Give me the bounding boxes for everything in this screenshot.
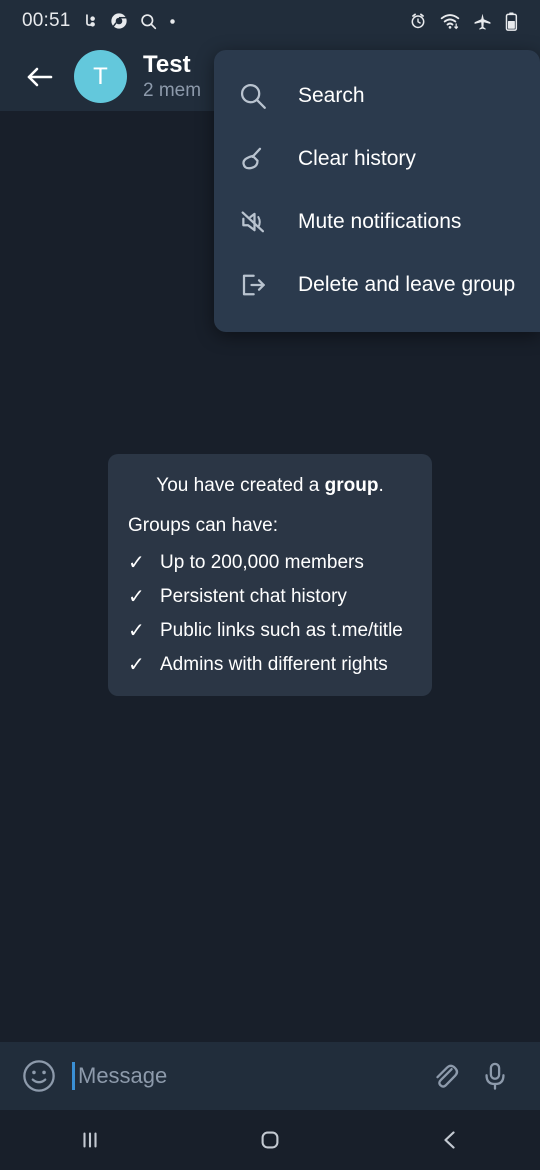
chat-header-info[interactable]: Test 2 mem [143,51,201,103]
microphone-icon[interactable] [472,1053,518,1099]
search-icon [238,81,280,111]
dot-icon [169,18,175,24]
list-item: ✓ Admins with different rights [128,654,412,676]
menu-item-delete-and-leave-group[interactable]: Delete and leave group [214,253,540,316]
list-item-label: Admins with different rights [160,654,388,675]
service-title-suffix: . [378,475,384,496]
service-message-subtitle: Groups can have: [128,515,278,536]
chat-options-menu: Search Clear history Mute notifications [214,50,540,332]
exit-icon [238,270,280,300]
check-icon: ✓ [128,552,145,574]
broom-icon [238,144,280,174]
mute-icon [238,207,280,237]
message-input-bar: Message [0,1042,540,1110]
menu-item-mute-notifications[interactable]: Mute notifications [214,190,540,253]
arrow-left-icon [27,67,53,86]
chat-subtitle: 2 mem [143,79,202,101]
list-item-label: Public links such as t.me/title [160,620,403,641]
airplane-mode-icon [474,13,491,30]
service-message-bubble: You have created a group. Groups can hav… [108,454,432,696]
check-icon: ✓ [128,586,145,608]
back-button[interactable] [18,55,62,99]
notification-glyph-icon [85,13,95,27]
nav-back-button[interactable] [360,1110,540,1170]
system-navigation-bar [0,1110,540,1170]
status-bar-right [409,12,518,31]
recents-icon [83,1132,97,1148]
check-icon: ✓ [128,654,145,676]
avatar[interactable]: T [74,50,127,103]
service-title-bold: group [324,475,379,496]
menu-item-label: Search [298,83,365,107]
chevron-left-icon [444,1131,455,1149]
service-title-prefix: You have created a [156,475,325,496]
menu-item-label: Mute notifications [298,209,462,233]
status-clock: 00:51 [22,10,71,31]
menu-item-search[interactable]: Search [214,64,540,127]
status-bar-left: 00:51 [22,10,176,32]
page-title: Test [143,50,191,78]
paperclip-icon[interactable] [422,1053,468,1099]
message-input[interactable]: Message [72,1055,418,1097]
smiley-icon[interactable] [18,1055,60,1097]
wifi-icon [440,13,460,29]
menu-item-clear-history[interactable]: Clear history [214,127,540,190]
service-message-title: You have created a group. [128,472,412,500]
home-button[interactable] [180,1110,360,1170]
list-item: ✓ Persistent chat history [128,586,412,608]
battery-icon [505,12,518,31]
menu-item-label: Clear history [298,146,416,170]
message-input-placeholder: Message [78,1063,168,1088]
avatar-letter: T [93,62,108,90]
phone-screen: 00:51 T Test 2 mem You have created a gr… [0,0,540,1170]
status-bar: 00:51 [0,0,540,42]
list-item-label: Up to 200,000 members [160,552,364,573]
list-item-label: Persistent chat history [160,586,347,607]
home-icon [261,1131,279,1149]
list-item: ✓ Up to 200,000 members [128,552,412,574]
alarm-icon [411,13,425,29]
check-icon: ✓ [128,620,145,642]
chrome-icon [110,13,127,29]
recents-button[interactable] [0,1110,180,1170]
text-caret [72,1062,75,1090]
list-item: ✓ Public links such as t.me/title [128,620,412,642]
search-icon [140,13,156,29]
menu-item-label: Delete and leave group [298,272,516,296]
